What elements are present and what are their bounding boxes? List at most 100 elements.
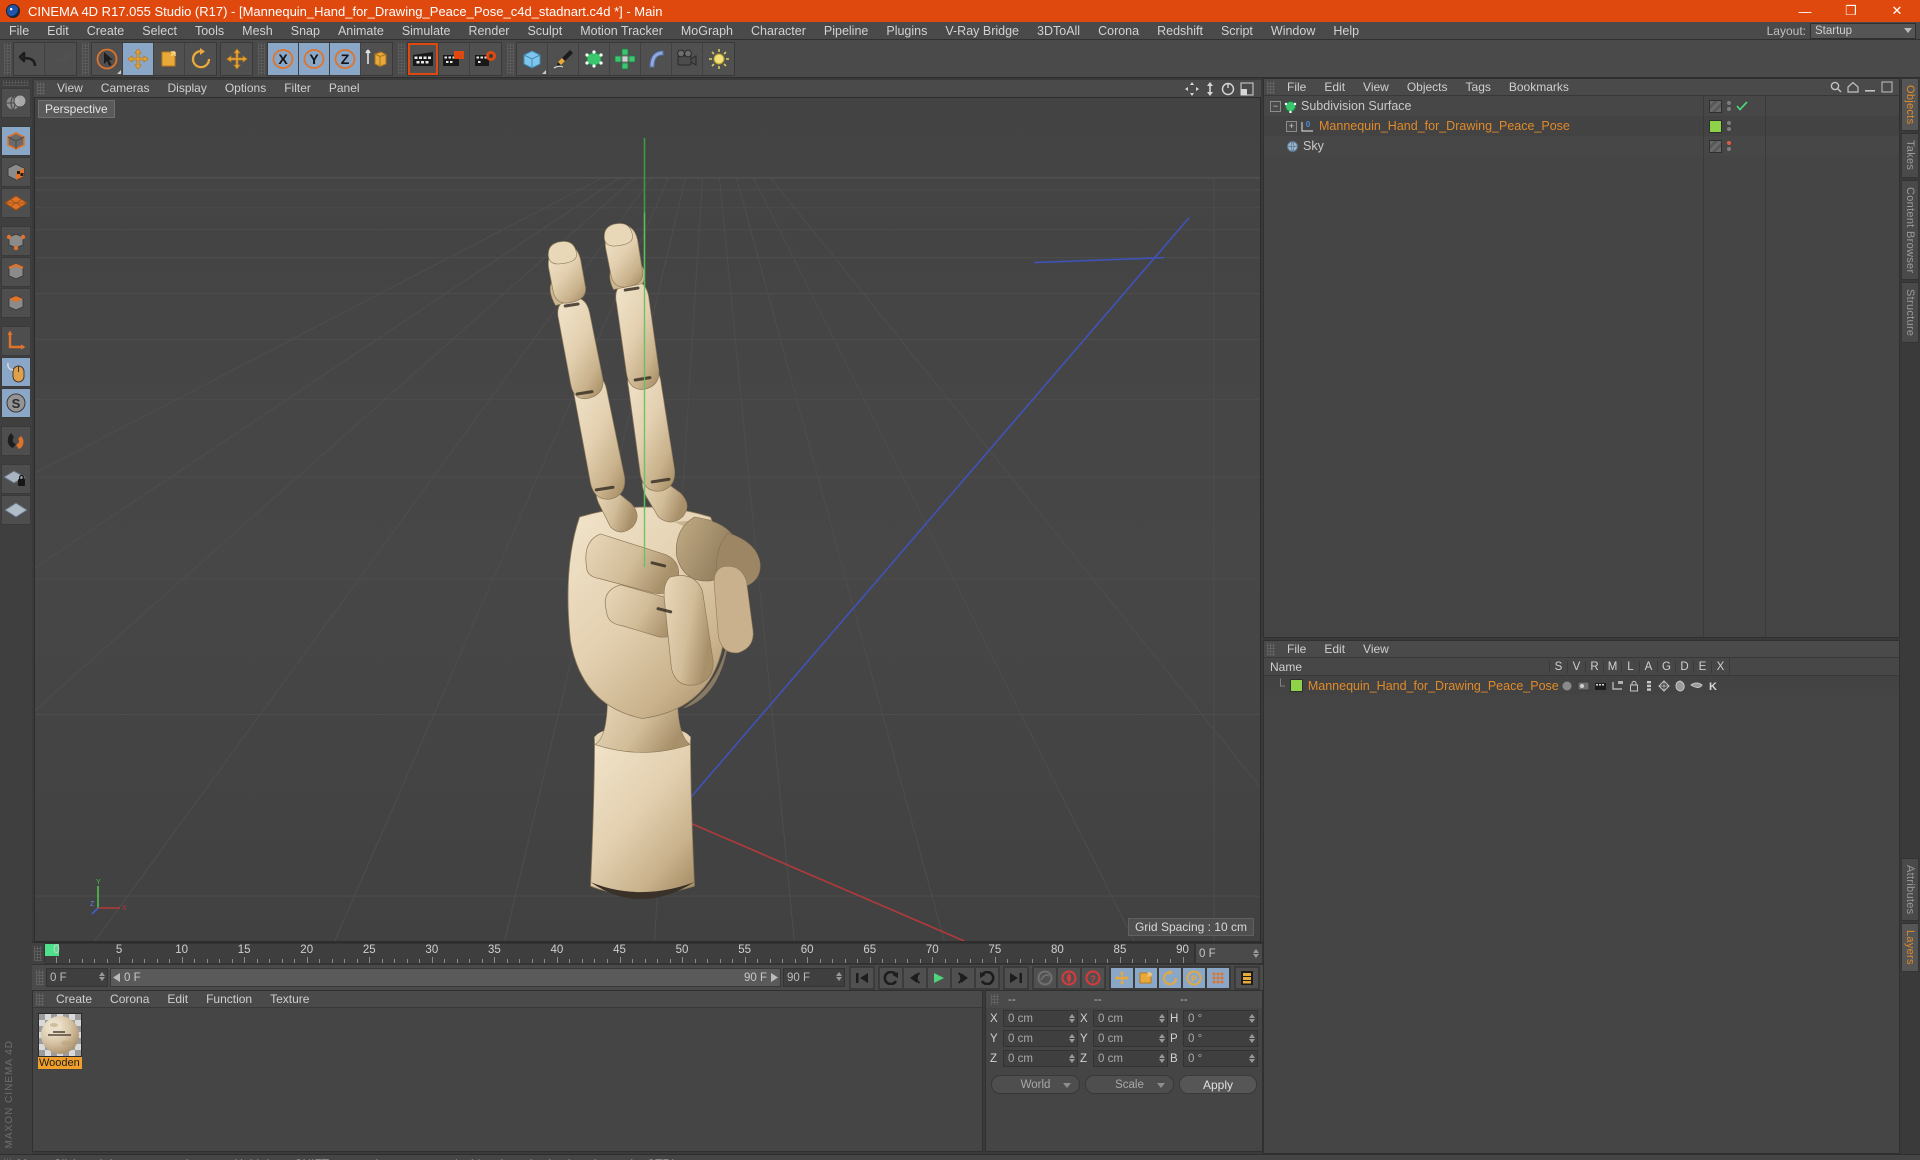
layer-swatch-0[interactable] [1708,99,1722,113]
layer-col-g[interactable]: G [1657,660,1675,673]
left-palette-grip[interactable] [3,80,29,86]
timeline-grip[interactable] [34,946,42,961]
object-menu-file[interactable]: File [1278,79,1315,96]
minimize-button[interactable]: — [1782,0,1828,22]
object-menu-bookmarks[interactable]: Bookmarks [1500,79,1578,96]
viewport-menu-view[interactable]: View [48,80,92,97]
menu-item-character[interactable]: Character [742,22,815,40]
toolbar-grip-5[interactable] [507,42,514,75]
step-back-button[interactable] [903,966,927,989]
bend-deformer-button[interactable] [641,42,672,75]
viewport-menu-options[interactable]: Options [216,80,275,97]
snap-settings-button[interactable]: S [1,388,31,418]
texture-mode-button[interactable] [1,157,31,187]
material-thumbnail[interactable] [38,1013,82,1057]
toolbar-grip-3[interactable] [258,42,265,75]
object-row-subdivision-surface[interactable]: − Subdivision Surface [1264,96,1703,116]
material-menu-texture[interactable]: Texture [261,991,318,1008]
search-icon[interactable] [1830,81,1842,93]
coord-field-size-z[interactable]: 0 cm [1093,1050,1168,1067]
material-menu-edit[interactable]: Edit [158,991,197,1008]
frame-range-scrubber[interactable]: 0 F 90 F [110,968,781,987]
coord-spinner-rot-p[interactable] [1249,1034,1255,1043]
layer-col-a[interactable]: A [1639,660,1657,673]
menu-item-mograph[interactable]: MoGraph [672,22,742,40]
workplane-mode-button[interactable] [1,188,31,218]
coord-spinner-pos-x[interactable] [1069,1014,1075,1023]
key-scale-button[interactable] [1134,966,1158,989]
menu-item-create[interactable]: Create [78,22,134,40]
menu-item-plugins[interactable]: Plugins [877,22,936,40]
layer-col-s[interactable]: S [1549,660,1567,673]
viewport-menu-display[interactable]: Display [158,80,215,97]
move-tool-button[interactable] [123,42,154,75]
layer-menu-grip[interactable] [1267,642,1275,656]
render-flag-icon[interactable] [1594,680,1607,692]
menu-item-corona[interactable]: Corona [1089,22,1148,40]
move-axis-tool-button[interactable] [221,42,252,75]
object-menu-grip[interactable] [1267,80,1275,94]
expand-toggle-icon-2[interactable]: + [1286,120,1297,132]
layer-col-l[interactable]: L [1621,660,1639,673]
visibility-dots-1[interactable] [1726,121,1731,131]
viewport-menu-filter[interactable]: Filter [275,80,320,97]
vtab-takes[interactable]: Takes [1901,133,1919,178]
layer-col-e[interactable]: E [1693,660,1711,673]
layer-menu-view[interactable]: View [1354,641,1398,658]
object-menu-edit[interactable]: Edit [1315,79,1354,96]
menu-item-motion-tracker[interactable]: Motion Tracker [571,22,672,40]
viewport-solo-button[interactable] [1,357,31,387]
layer-swatch-2[interactable] [1708,139,1722,153]
menu-item-file[interactable]: File [0,22,38,40]
coord-spinner-size-y[interactable] [1159,1034,1165,1043]
timeline-ruler[interactable]: 0 5 10 15 20 25 30 35 40 45 50 55 60 65 70 75 80 85 90 [44,943,1195,964]
coord-field-size-x[interactable]: 0 cm [1093,1010,1168,1027]
workplane-lock-button[interactable] [1,464,31,494]
go-to-start-button[interactable] [850,966,874,989]
menu-item-redshift[interactable]: Redshift [1148,22,1212,40]
menu-item-help[interactable]: Help [1324,22,1368,40]
magnet-button[interactable] [1,426,31,456]
object-menu-view[interactable]: View [1354,79,1398,96]
vtab-attributes[interactable]: Attributes [1901,857,1919,922]
coord-field-rot-p[interactable]: 0 ° [1183,1030,1258,1047]
spline-pen-button[interactable] [548,42,579,75]
step-forward-button[interactable] [951,966,975,989]
visible-flag-icon[interactable] [1577,680,1590,692]
toolbar-grip[interactable] [4,42,11,75]
lock-y-button[interactable]: Y [299,42,330,75]
menu-item-script[interactable]: Script [1212,22,1262,40]
object-axis-button[interactable] [1,326,31,356]
coord-spinner-size-z[interactable] [1159,1054,1165,1063]
menu-item-snap[interactable]: Snap [282,22,329,40]
visibility-dots-0[interactable] [1726,101,1731,111]
menu-item-edit[interactable]: Edit [38,22,78,40]
layer-col-x[interactable]: X [1711,660,1729,673]
coord-spinner-rot-h[interactable] [1249,1014,1255,1023]
coordinate-system-select[interactable]: World [991,1075,1080,1094]
layout-select[interactable]: Startup [1810,23,1916,39]
coord-spinner-pos-z[interactable] [1069,1054,1075,1063]
minimize-panel-icon[interactable] [1864,81,1876,93]
go-to-end-button[interactable] [1004,966,1028,989]
layer-col-v[interactable]: V [1567,660,1585,673]
menu-item-animate[interactable]: Animate [329,22,393,40]
tag-row-1[interactable] [1703,116,1765,136]
render-settings-button[interactable] [470,42,501,75]
timeline-toggle-button[interactable] [1235,966,1259,989]
play-button[interactable] [927,966,951,989]
object-row-mannequin-hand[interactable]: + 0 Mannequin_Hand_for_Drawing_Peace_Pos… [1264,116,1703,136]
record-active-objects-button[interactable] [1033,966,1057,989]
coord-field-pos-z[interactable]: 0 cm [1003,1050,1078,1067]
coord-field-rot-h[interactable]: 0 ° [1183,1010,1258,1027]
tag-row-0[interactable] [1703,96,1765,116]
array-button[interactable] [610,42,641,75]
generator-flag-icon[interactable] [1658,679,1670,692]
material-menu-function[interactable]: Function [197,991,261,1008]
rotate-tool-button[interactable] [185,42,216,75]
perspective-viewport[interactable]: Perspective Grid Spacing : 10 cm Y X Z [34,97,1261,942]
dolly-icon[interactable] [1204,81,1216,96]
menu-item-3dtoall[interactable]: 3DToAll [1028,22,1089,40]
menu-item-vray-bridge[interactable]: V-Ray Bridge [936,22,1028,40]
undo-button[interactable] [14,42,45,75]
